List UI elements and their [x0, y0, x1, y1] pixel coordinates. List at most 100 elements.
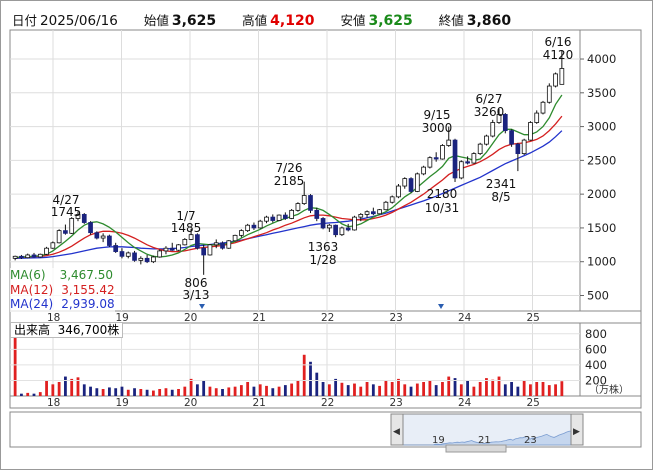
volume-bar — [258, 384, 262, 396]
volume-bar — [82, 384, 86, 396]
candle — [396, 184, 401, 199]
annotation-date: 7/26 — [276, 161, 303, 175]
candle-body — [37, 253, 43, 258]
volume-bar — [541, 382, 545, 396]
volume-bar — [271, 388, 275, 396]
candle-body — [44, 247, 49, 255]
volume-bar — [516, 386, 520, 396]
volume-bar — [422, 382, 426, 396]
volume-bar — [70, 378, 74, 396]
candle — [176, 244, 181, 251]
candle-body — [559, 68, 565, 85]
navigator-scrollbar-thumb[interactable] — [445, 444, 507, 453]
candle — [44, 246, 49, 255]
volume-bar — [89, 386, 92, 396]
navigator-label: 19 — [432, 435, 445, 446]
price-tick-label: 2000 — [587, 187, 616, 201]
volume-bar — [403, 384, 407, 396]
volume-bar — [38, 392, 42, 396]
volume-bar — [434, 385, 438, 396]
volume-bar — [126, 389, 130, 396]
candle-body — [446, 139, 452, 146]
candle-body — [188, 234, 194, 240]
candle-body — [484, 135, 489, 145]
x-tick-label: 25 — [527, 397, 540, 409]
chevron-right-icon: ▶ — [573, 427, 580, 437]
candle-body — [465, 161, 470, 164]
candle-body — [326, 224, 332, 229]
candle — [308, 194, 313, 214]
volume-bar — [535, 382, 539, 396]
price-tick-label: 500 — [587, 288, 609, 302]
ohlc-header: 日付 2025/06/16 始値 3,625 高値 4,120 安値 3,625 終値 3… — [12, 8, 537, 30]
price-tick-label: 2500 — [587, 153, 616, 167]
candle — [553, 72, 558, 88]
volume-bar — [151, 390, 155, 396]
candle-body — [182, 239, 188, 246]
navigator-label: 23 — [524, 435, 537, 446]
scroll-left-button[interactable]: ◀ — [390, 413, 404, 446]
annotation-date: 8/5 — [491, 190, 510, 204]
x-tick-label: 21 — [253, 397, 266, 409]
x-tick-label: 21 — [253, 312, 266, 324]
volume-bar — [20, 393, 23, 396]
candle-body — [163, 247, 169, 252]
scroll-right-button[interactable]: ▶ — [570, 413, 584, 446]
volume-bar — [45, 380, 48, 396]
price-tick-label: 3500 — [587, 86, 616, 100]
volume-bar — [472, 386, 476, 396]
candle-body — [528, 122, 533, 141]
candle-body — [333, 224, 338, 236]
volume-bar — [415, 383, 419, 396]
candle-body — [232, 234, 238, 242]
candle-body — [521, 139, 527, 155]
volume-bar — [296, 380, 300, 396]
volume-bar — [120, 386, 124, 396]
candle — [490, 119, 496, 138]
volume-bar — [108, 387, 111, 396]
volume-bar — [390, 382, 394, 396]
volume-bar — [221, 389, 224, 396]
candle-body — [534, 112, 540, 123]
candle — [276, 214, 282, 222]
volume-bar — [164, 388, 168, 396]
candle-body — [270, 216, 276, 221]
annotation-value: 3260 — [474, 105, 505, 119]
candle-body — [125, 252, 131, 257]
candle — [69, 217, 75, 235]
volume-bar — [57, 382, 61, 396]
candle — [56, 229, 62, 244]
candle — [81, 213, 87, 224]
volume-bar — [554, 384, 557, 396]
candle-body — [358, 214, 364, 218]
volume-bar — [309, 361, 312, 396]
volume-bar — [510, 382, 513, 396]
candle-body — [213, 242, 219, 246]
candle — [471, 152, 477, 164]
candle-body — [440, 145, 445, 160]
candle-body — [88, 222, 93, 234]
volume-bar — [252, 386, 256, 396]
volume-bar — [183, 386, 187, 396]
annotation-value: 2341 — [486, 177, 517, 191]
volume-bar — [384, 380, 388, 396]
volume-bar — [340, 382, 344, 396]
candle-body — [201, 247, 207, 256]
candle-body — [151, 256, 156, 263]
volume-tick-label: 800 — [585, 327, 607, 341]
volume-title: 出来高 346,700株 — [10, 322, 124, 338]
volume-bar — [447, 376, 451, 396]
volume-bar — [64, 376, 67, 396]
annotation-value: 2180 — [427, 187, 458, 201]
volume-bar — [441, 382, 444, 396]
candle — [458, 160, 464, 180]
volume-bar — [466, 380, 469, 396]
candle-body — [19, 255, 24, 259]
candle — [232, 234, 238, 242]
candle — [352, 215, 357, 231]
volume-bar — [145, 389, 149, 396]
volume-bar — [503, 384, 507, 396]
volume-bar — [346, 385, 350, 396]
candle-body — [402, 178, 408, 187]
candle-body — [540, 101, 546, 114]
